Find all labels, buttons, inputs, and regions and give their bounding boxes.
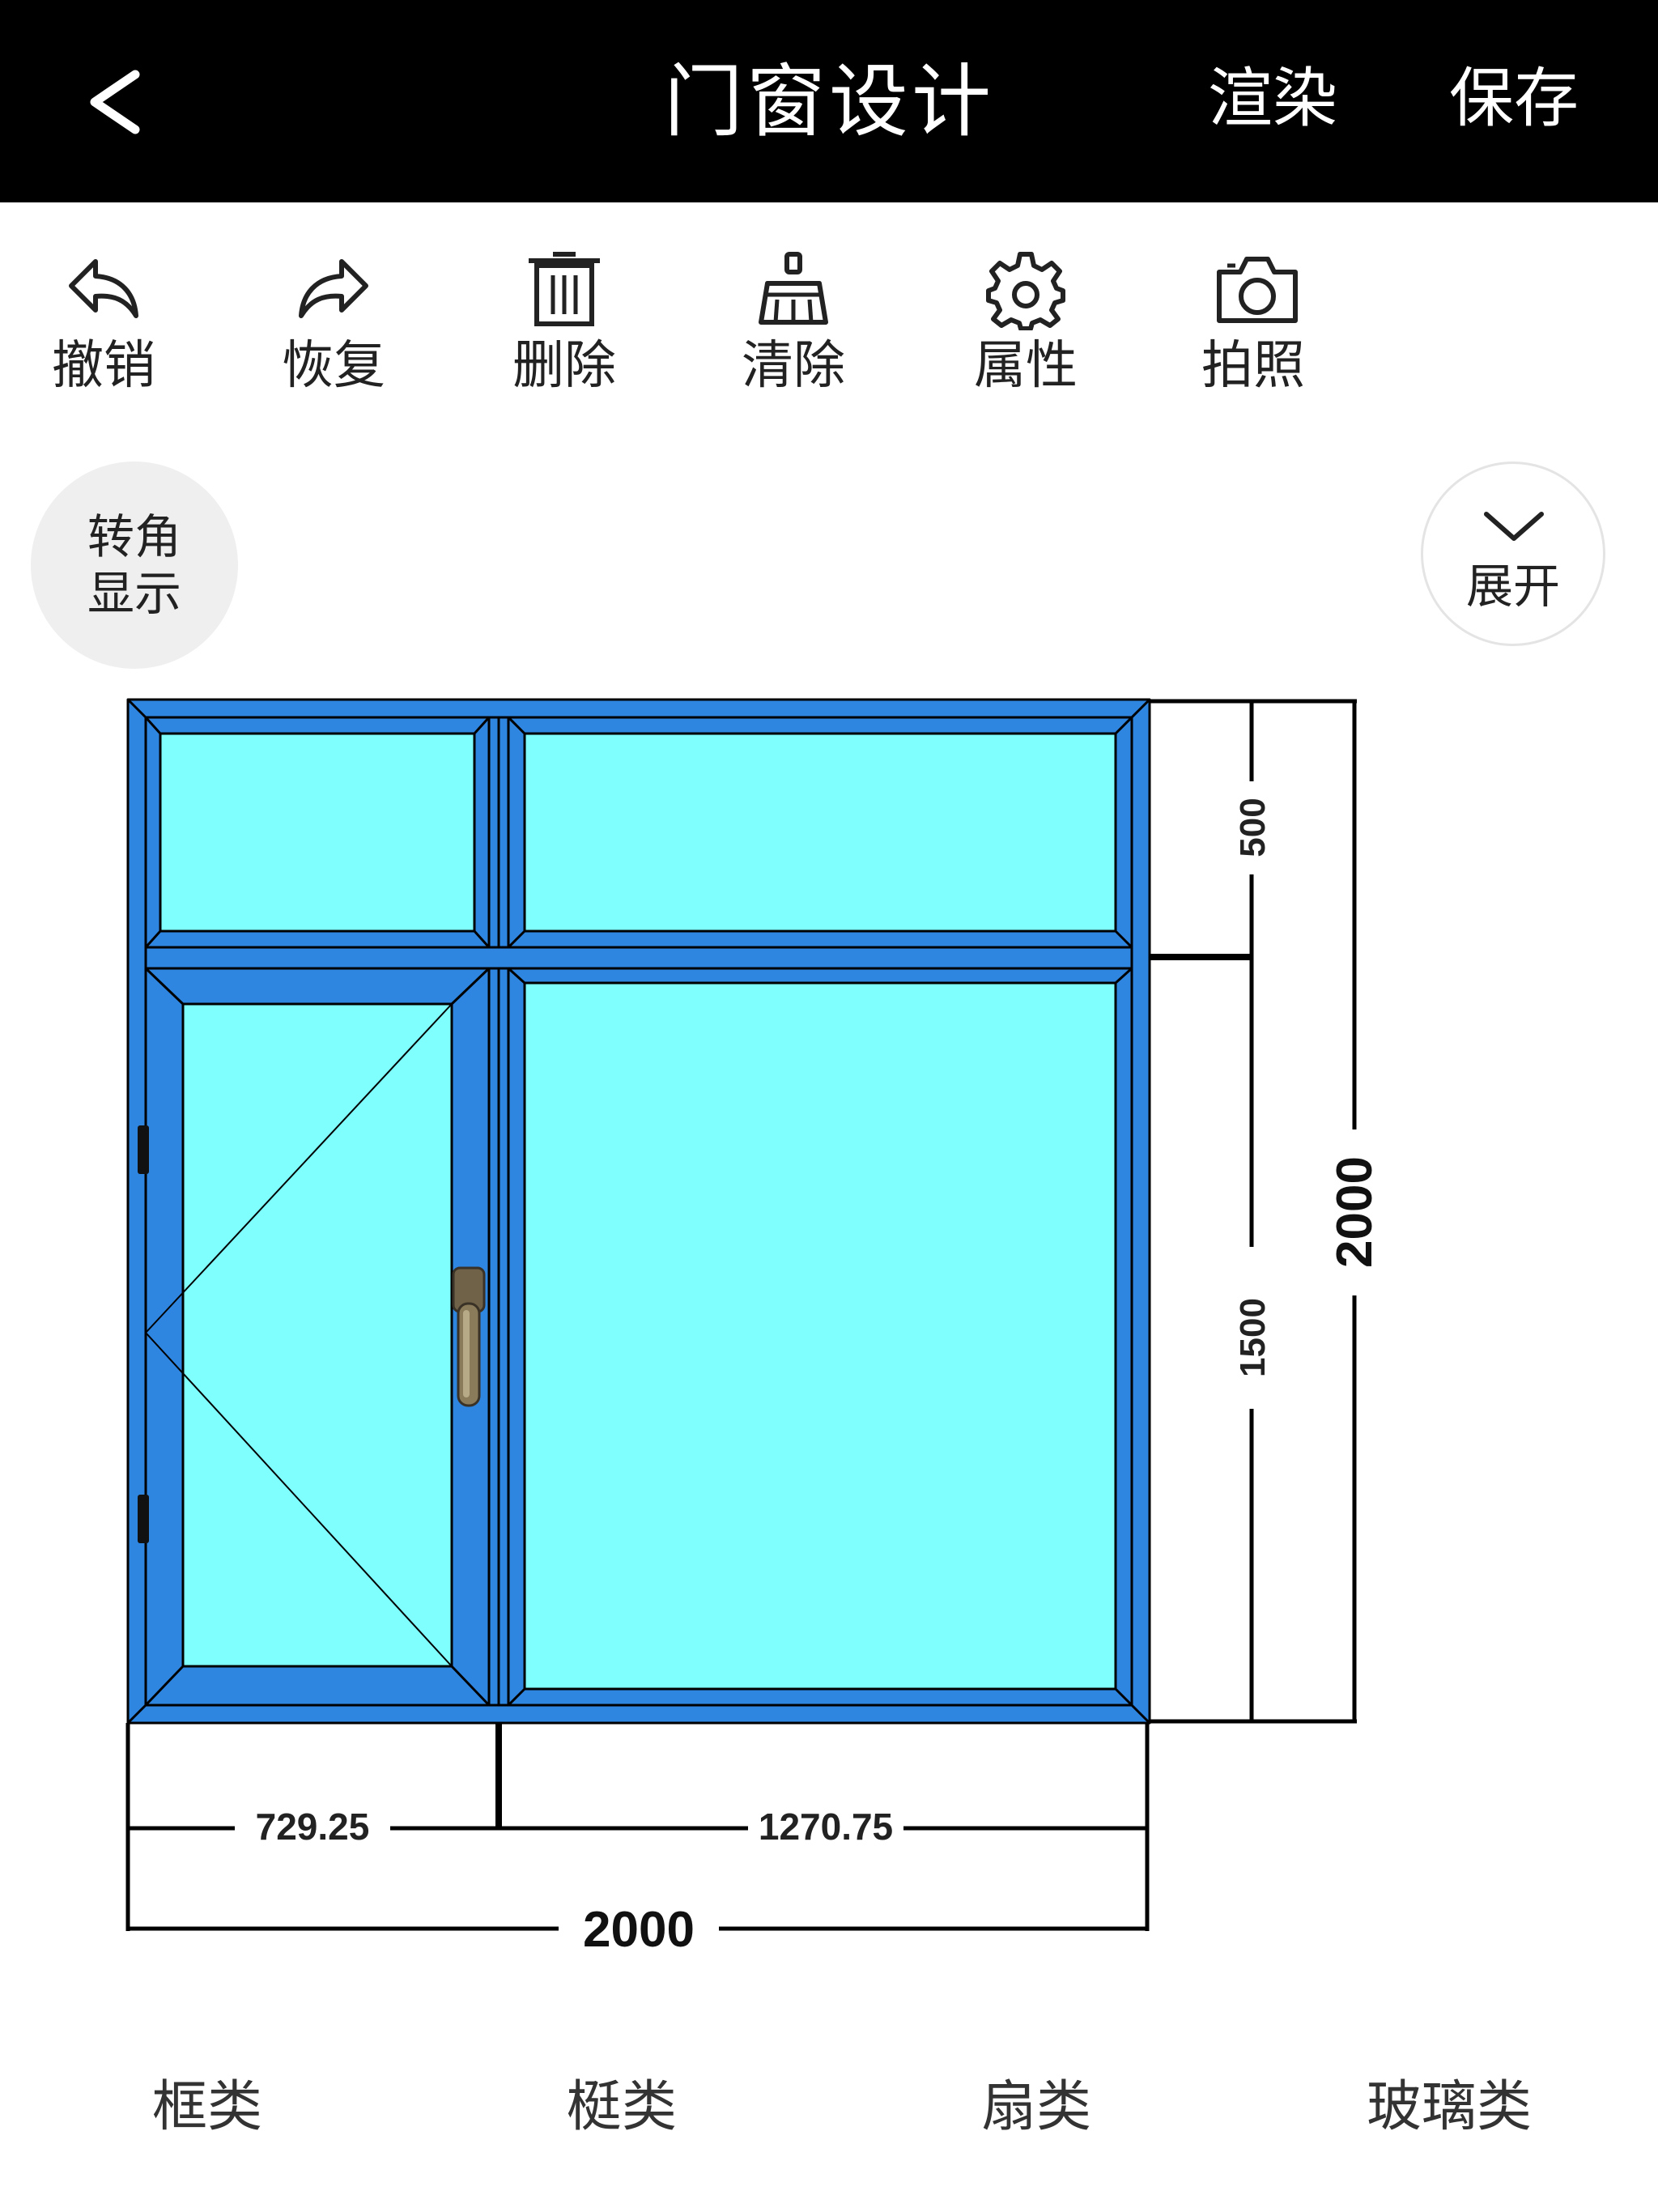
mullion-bar[interactable] [487, 716, 510, 1707]
tab-sash[interactable]: 扇类 [915, 2073, 1158, 2142]
fixed-pane-bottom-right[interactable] [507, 967, 1133, 1707]
fixed-pane-top-right[interactable] [507, 716, 1133, 949]
window-design-canvas[interactable]: 729.25 1270.75 2000 500 1500 2000 [0, 0, 1658, 2212]
tab-mullion[interactable]: 梃类 [500, 2073, 743, 2142]
tab-frame[interactable]: 框类 [86, 2073, 329, 2142]
dimension-height-bottom[interactable]: 1500 [1233, 1298, 1273, 1377]
dimension-height-total[interactable]: 2000 [1327, 1156, 1383, 1268]
dimension-width-total[interactable]: 2000 [583, 1902, 695, 1958]
window-handle-icon[interactable] [452, 1266, 486, 1407]
transom-bar[interactable] [144, 946, 1133, 970]
dimension-width-right[interactable]: 1270.75 [759, 1806, 893, 1848]
casement-sash[interactable] [144, 967, 491, 1707]
dimension-width-left[interactable]: 729.25 [256, 1806, 370, 1848]
fixed-pane-top-left[interactable] [144, 716, 491, 949]
dimension-height-top[interactable]: 500 [1233, 798, 1273, 857]
tab-glass[interactable]: 玻璃类 [1328, 2073, 1571, 2142]
